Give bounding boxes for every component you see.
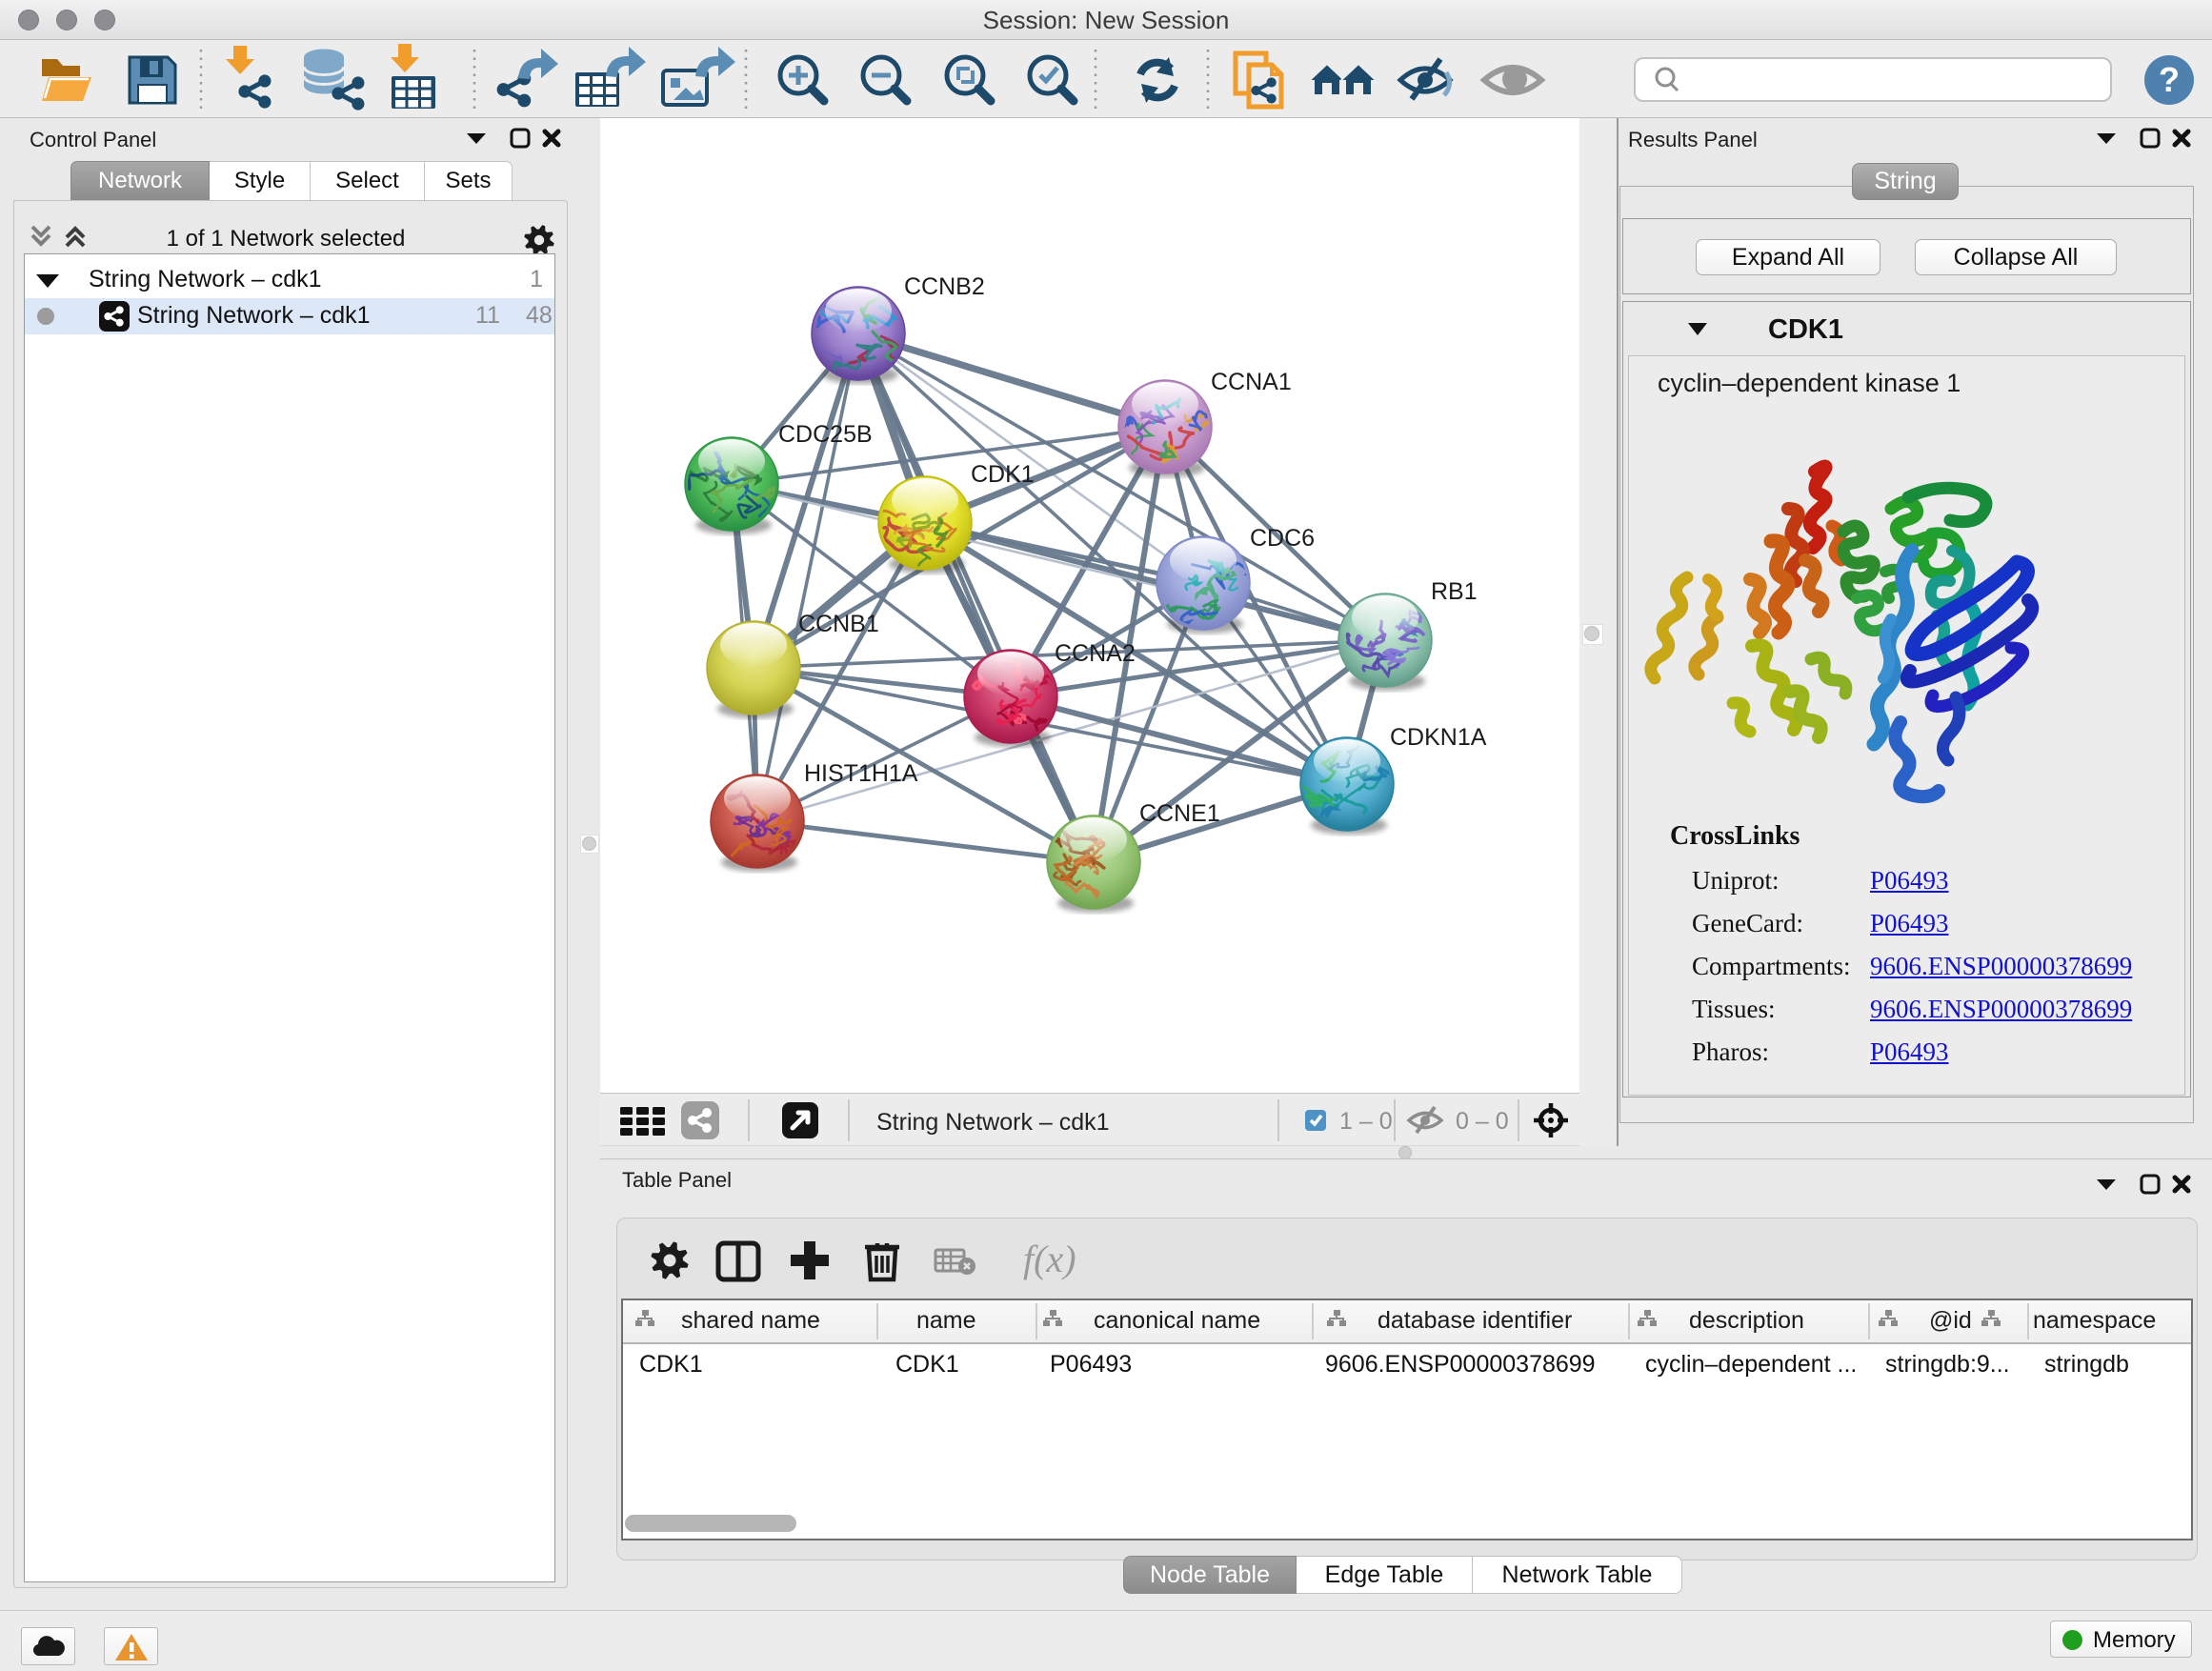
svg-text:f(x): f(x) xyxy=(1023,1238,1076,1280)
svg-text:CDC6: CDC6 xyxy=(1250,525,1315,552)
svg-text:String Network – cdk1: String Network – cdk1 xyxy=(876,1109,1110,1136)
svg-text:CCNA1: CCNA1 xyxy=(1211,369,1292,395)
svg-text:CDKN1A: CDKN1A xyxy=(1390,724,1487,751)
svg-text:?: ? xyxy=(2159,60,2180,99)
svg-text:CCNB1: CCNB1 xyxy=(798,611,879,637)
svg-text:RB1: RB1 xyxy=(1431,578,1478,605)
svg-text:CCNE1: CCNE1 xyxy=(1139,800,1220,827)
svg-text:CDC25B: CDC25B xyxy=(778,421,873,448)
svg-text:1 – 0: 1 – 0 xyxy=(1339,1108,1393,1135)
svg-text:CCNB2: CCNB2 xyxy=(904,273,985,300)
svg-text:CCNA2: CCNA2 xyxy=(1055,640,1136,667)
svg-text:HIST1H1A: HIST1H1A xyxy=(804,760,918,787)
svg-text:CDK1: CDK1 xyxy=(971,461,1035,488)
svg-text:0 – 0: 0 – 0 xyxy=(1456,1108,1509,1135)
